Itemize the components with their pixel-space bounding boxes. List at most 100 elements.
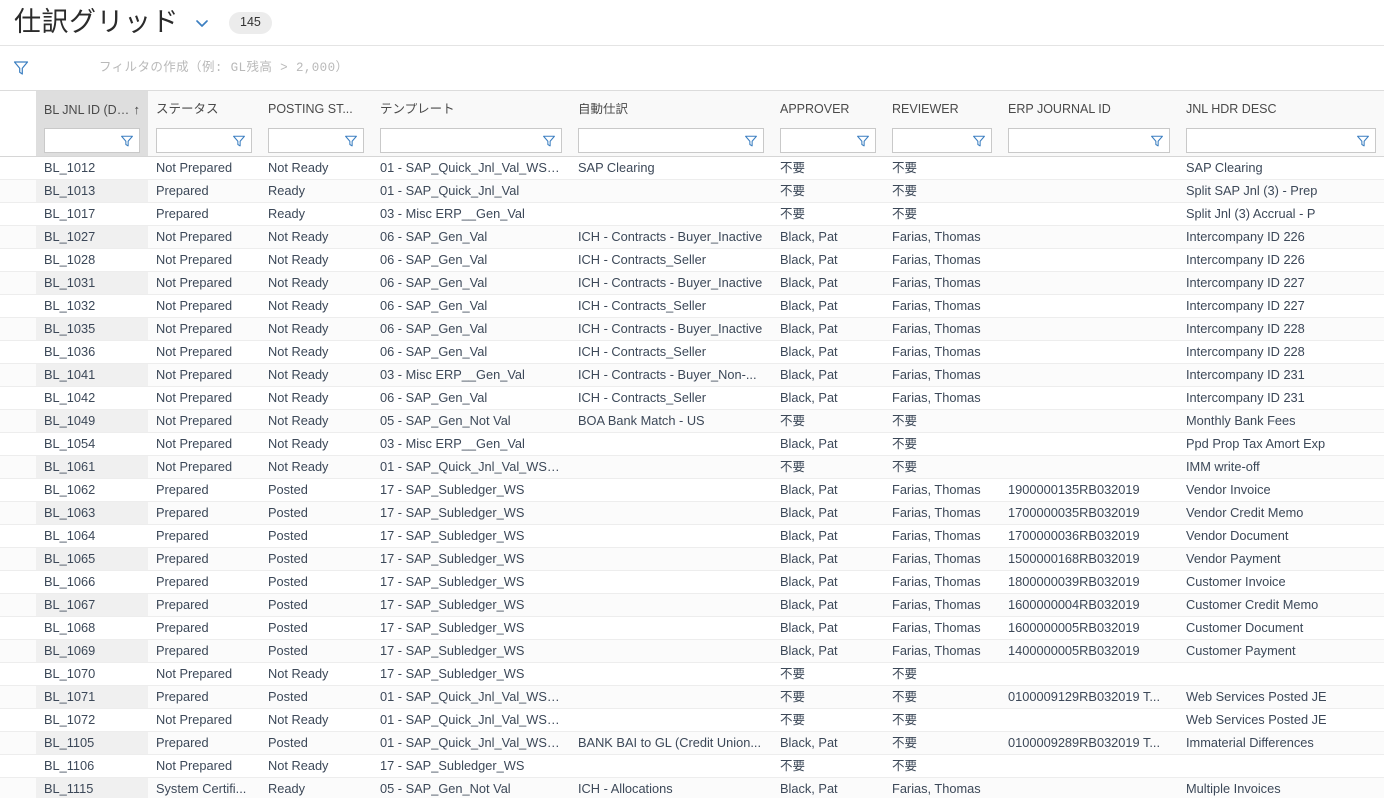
cell-approver[interactable]: 不要 [772, 455, 884, 479]
cell-approver[interactable]: Black, Pat [772, 340, 884, 364]
cell-template[interactable]: 03 - Misc ERP__Gen_Val [372, 432, 570, 456]
cell-desc[interactable]: Customer Document [1178, 616, 1384, 640]
column-filter-input-auto[interactable] [578, 128, 764, 153]
cell-reviewer[interactable]: Farias, Thomas [884, 386, 1000, 410]
cell-template[interactable]: 05 - SAP_Gen_Not Val [372, 409, 570, 433]
column-filter-input-status[interactable] [156, 128, 252, 153]
cell-posting[interactable]: Posted [260, 478, 372, 502]
table-row[interactable]: BL_1106 Not Prepared Not Ready 17 - SAP_Sub… [0, 754, 1384, 778]
cell-status[interactable]: Not Prepared [148, 248, 260, 272]
table-row[interactable]: BL_1105 Prepared Posted 01 - SAP_Quick_Jnl_… [0, 731, 1384, 755]
cell-desc[interactable]: Vendor Document [1178, 524, 1384, 548]
cell-reviewer[interactable]: 不要 [884, 179, 1000, 203]
table-row[interactable]: BL_1070 Not Prepared Not Ready 17 - SAP_Sub… [0, 662, 1384, 686]
cell-reviewer[interactable]: 不要 [884, 202, 1000, 226]
cell-posting[interactable]: Posted [260, 731, 372, 755]
cell-desc[interactable] [1178, 754, 1384, 778]
cell-approver[interactable]: 不要 [772, 409, 884, 433]
cell-desc[interactable]: IMM write-off [1178, 455, 1384, 479]
cell-auto[interactable]: ICH - Contracts - Buyer_Inactive [570, 225, 772, 249]
cell-auto[interactable]: ICH - Contracts_Seller [570, 340, 772, 364]
cell-status[interactable]: Prepared [148, 202, 260, 226]
cell-reviewer[interactable]: Farias, Thomas [884, 340, 1000, 364]
cell-id[interactable]: BL_1036 [36, 340, 148, 364]
cell-desc[interactable]: Vendor Invoice [1178, 478, 1384, 502]
cell-desc[interactable]: Customer Payment [1178, 639, 1384, 663]
cell-id[interactable]: BL_1115 [36, 777, 148, 798]
cell-erp[interactable] [1000, 363, 1178, 387]
cell-template[interactable]: 17 - SAP_Subledger_WS [372, 547, 570, 571]
cell-erp[interactable]: 0100009129RB032019 T... [1000, 685, 1178, 709]
cell-desc[interactable]: Web Services Posted JE [1178, 708, 1384, 732]
table-row[interactable]: BL_1017 Prepared Ready 03 - Misc ERP__Gen_V… [0, 202, 1384, 226]
cell-reviewer[interactable]: Farias, Thomas [884, 570, 1000, 594]
cell-template[interactable]: 05 - SAP_Gen_Not Val [372, 777, 570, 798]
cell-status[interactable]: Not Prepared [148, 754, 260, 778]
cell-status[interactable]: Prepared [148, 478, 260, 502]
cell-reviewer[interactable]: Farias, Thomas [884, 639, 1000, 663]
cell-auto[interactable] [570, 616, 772, 640]
cell-status[interactable]: Not Prepared [148, 340, 260, 364]
cell-posting[interactable]: Ready [260, 202, 372, 226]
column-filter-input-template[interactable] [380, 128, 562, 153]
cell-desc[interactable]: Intercompany ID 226 [1178, 225, 1384, 249]
table-row[interactable]: BL_1031 Not Prepared Not Ready 06 - SAP_Gen… [0, 271, 1384, 295]
cell-reviewer[interactable]: 不要 [884, 662, 1000, 686]
cell-template[interactable]: 06 - SAP_Gen_Val [372, 225, 570, 249]
cell-template[interactable]: 17 - SAP_Subledger_WS [372, 662, 570, 686]
column-header-approver[interactable]: APPROVER [772, 91, 884, 157]
cell-erp[interactable] [1000, 708, 1178, 732]
cell-approver[interactable]: Black, Pat [772, 570, 884, 594]
cell-desc[interactable] [1178, 662, 1384, 686]
cell-reviewer[interactable]: Farias, Thomas [884, 616, 1000, 640]
cell-status[interactable]: Prepared [148, 570, 260, 594]
column-filter-input-erp[interactable] [1008, 128, 1170, 153]
cell-auto[interactable] [570, 754, 772, 778]
table-row[interactable]: BL_1027 Not Prepared Not Ready 06 - SAP_Gen… [0, 225, 1384, 249]
cell-reviewer[interactable]: 不要 [884, 409, 1000, 433]
column-filter-funnel-icon[interactable] [743, 133, 759, 149]
cell-template[interactable]: 17 - SAP_Subledger_WS [372, 616, 570, 640]
cell-desc[interactable]: Intercompany ID 228 [1178, 340, 1384, 364]
cell-desc[interactable]: Vendor Credit Memo [1178, 501, 1384, 525]
cell-auto[interactable] [570, 593, 772, 617]
cell-template[interactable]: 06 - SAP_Gen_Val [372, 386, 570, 410]
cell-posting[interactable]: Not Ready [260, 662, 372, 686]
cell-approver[interactable]: 不要 [772, 708, 884, 732]
cell-posting[interactable]: Posted [260, 593, 372, 617]
cell-status[interactable]: Prepared [148, 639, 260, 663]
cell-posting[interactable]: Not Ready [260, 340, 372, 364]
cell-approver[interactable]: 不要 [772, 662, 884, 686]
cell-id[interactable]: BL_1068 [36, 616, 148, 640]
cell-erp[interactable]: 1600000004RB032019 [1000, 593, 1178, 617]
cell-posting[interactable]: Not Ready [260, 363, 372, 387]
cell-erp[interactable]: 1700000035RB032019 [1000, 501, 1178, 525]
cell-desc[interactable]: Intercompany ID 227 [1178, 271, 1384, 295]
cell-approver[interactable]: 不要 [772, 202, 884, 226]
cell-desc[interactable]: Customer Invoice [1178, 570, 1384, 594]
cell-template[interactable]: 17 - SAP_Subledger_WS [372, 524, 570, 548]
cell-template[interactable]: 01 - SAP_Quick_Jnl_Val_WS (... [372, 731, 570, 755]
cell-erp[interactable] [1000, 754, 1178, 778]
table-row[interactable]: BL_1054 Not Prepared Not Ready 03 - Misc ER… [0, 432, 1384, 456]
column-header-reviewer[interactable]: REVIEWER [884, 91, 1000, 157]
cell-auto[interactable]: ICH - Contracts_Seller [570, 386, 772, 410]
cell-status[interactable]: Not Prepared [148, 386, 260, 410]
table-row[interactable]: BL_1036 Not Prepared Not Ready 06 - SAP_Gen… [0, 340, 1384, 364]
cell-approver[interactable]: Black, Pat [772, 478, 884, 502]
cell-id[interactable]: BL_1071 [36, 685, 148, 709]
cell-reviewer[interactable]: Farias, Thomas [884, 363, 1000, 387]
cell-status[interactable]: Not Prepared [148, 156, 260, 180]
table-row[interactable]: BL_1042 Not Prepared Not Ready 06 - SAP_Gen… [0, 386, 1384, 410]
cell-posting[interactable]: Posted [260, 524, 372, 548]
cell-approver[interactable]: Black, Pat [772, 777, 884, 798]
column-filter-input-reviewer[interactable] [892, 128, 992, 153]
cell-status[interactable]: Not Prepared [148, 294, 260, 318]
cell-erp[interactable]: 1800000039RB032019 [1000, 570, 1178, 594]
cell-auto[interactable] [570, 455, 772, 479]
cell-auto[interactable] [570, 639, 772, 663]
column-filter-funnel-icon[interactable] [343, 133, 359, 149]
cell-template[interactable]: 06 - SAP_Gen_Val [372, 294, 570, 318]
cell-status[interactable]: Prepared [148, 731, 260, 755]
cell-reviewer[interactable]: Farias, Thomas [884, 524, 1000, 548]
